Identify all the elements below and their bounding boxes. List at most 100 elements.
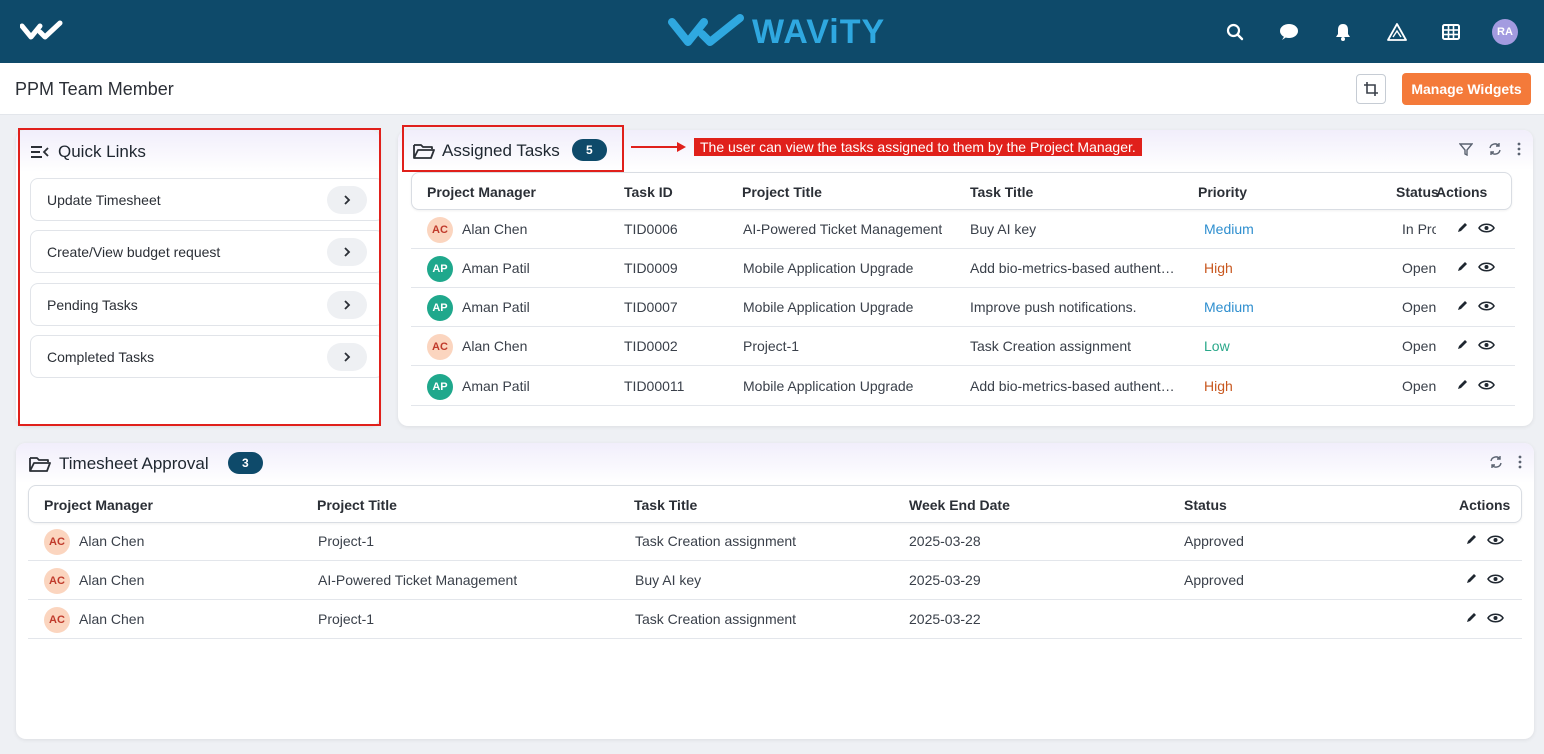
- user-avatar[interactable]: RA: [1478, 16, 1532, 48]
- cell-project-title: Project-1: [318, 533, 375, 549]
- edit-icon[interactable]: [1456, 221, 1469, 234]
- search-icon[interactable]: [1208, 16, 1262, 48]
- cell-task-id: TID0006: [624, 221, 678, 237]
- table-row[interactable]: AC Alan Chen AI-Powered Ticket Managemen…: [28, 561, 1522, 600]
- cell-manager: Aman Patil: [462, 260, 530, 276]
- annotation-arrow-icon: [631, 142, 686, 152]
- view-icon[interactable]: [1487, 573, 1504, 585]
- cell-manager: Alan Chen: [79, 611, 145, 627]
- row-actions: [1456, 221, 1495, 234]
- quick-link-label: Completed Tasks: [47, 349, 155, 365]
- column-header[interactable]: Task Title: [634, 497, 697, 513]
- column-header[interactable]: Week End Date: [909, 497, 1010, 513]
- quick-link-completed-tasks[interactable]: Completed Tasks: [30, 335, 380, 378]
- edit-icon[interactable]: [1456, 338, 1469, 351]
- column-header[interactable]: Status: [1396, 184, 1439, 200]
- chevron-right-icon[interactable]: [327, 343, 367, 371]
- table-row[interactable]: AC Alan Chen TID0002 Project-1 Task Crea…: [411, 327, 1515, 366]
- triangle-icon[interactable]: [1370, 16, 1424, 48]
- table-row[interactable]: AP Aman Patil TID00011 Mobile Applicatio…: [411, 367, 1515, 406]
- cell-manager: Alan Chen: [462, 338, 528, 354]
- chat-icon[interactable]: [1262, 16, 1316, 48]
- cell-priority: Medium: [1204, 299, 1254, 315]
- column-header[interactable]: Status: [1184, 497, 1227, 513]
- brand-mark-icon: [668, 14, 744, 46]
- table-row[interactable]: AC Alan Chen Project-1 Task Creation ass…: [28, 600, 1522, 639]
- cell-task-id: TID0009: [624, 260, 678, 276]
- cell-task-id: TID00011: [624, 378, 685, 394]
- cell-project-title: Mobile Application Upgrade: [743, 378, 914, 394]
- quick-link-label: Create/View budget request: [47, 244, 221, 260]
- edit-icon[interactable]: [1465, 572, 1478, 585]
- timesheet-approval-tools: [1488, 455, 1522, 469]
- row-actions: [1456, 299, 1495, 312]
- cell-project-title: Project-1: [318, 611, 375, 627]
- quick-link-budget-request[interactable]: Create/View budget request: [30, 230, 380, 273]
- edit-icon[interactable]: [1456, 299, 1469, 312]
- cell-manager: Alan Chen: [79, 533, 145, 549]
- brand-logo: WAViTY: [668, 10, 885, 54]
- more-options-icon[interactable]: [1517, 142, 1521, 156]
- folder-icon: [413, 144, 435, 159]
- refresh-icon[interactable]: [1487, 142, 1503, 156]
- edit-icon[interactable]: [1465, 611, 1478, 624]
- filter-icon[interactable]: [1459, 142, 1473, 156]
- timesheet-approval-count-badge: 3: [228, 452, 263, 474]
- crop-icon: [1364, 82, 1378, 96]
- view-icon[interactable]: [1478, 222, 1495, 234]
- cell-project-title: Project-1: [743, 338, 800, 354]
- table-row[interactable]: AC Alan Chen Project-1 Task Creation ass…: [28, 522, 1522, 561]
- assigned-tasks-widget: Assigned Tasks 5 Project Manager Task ID…: [398, 130, 1533, 426]
- view-icon[interactable]: [1487, 612, 1504, 624]
- view-icon[interactable]: [1478, 339, 1495, 351]
- cell-status: Open: [1402, 260, 1436, 276]
- table-row[interactable]: AC Alan Chen TID0006 AI-Powered Ticket M…: [411, 210, 1515, 249]
- more-options-icon[interactable]: [1518, 455, 1522, 469]
- cell-status: Approved: [1184, 572, 1244, 588]
- view-icon[interactable]: [1478, 261, 1495, 273]
- grid-icon[interactable]: [1424, 16, 1478, 48]
- column-header[interactable]: Priority: [1198, 184, 1247, 200]
- quick-link-pending-tasks[interactable]: Pending Tasks: [30, 283, 380, 326]
- table-row[interactable]: AP Aman Patil TID0009 Mobile Application…: [411, 249, 1515, 288]
- column-header[interactable]: Project Manager: [427, 184, 536, 200]
- row-actions: [1465, 572, 1504, 585]
- menu-collapse-icon[interactable]: [30, 144, 50, 160]
- chevron-right-icon[interactable]: [327, 238, 367, 266]
- assigned-tasks-title: Assigned Tasks: [442, 141, 560, 160]
- app-logo-icon[interactable]: [20, 20, 64, 42]
- edit-icon[interactable]: [1465, 533, 1478, 546]
- view-icon[interactable]: [1478, 379, 1495, 391]
- chevron-right-icon[interactable]: [327, 186, 367, 214]
- timesheet-approval-title: Timesheet Approval: [59, 454, 209, 473]
- chevron-right-icon[interactable]: [327, 291, 367, 319]
- cell-status: In Pro: [1402, 221, 1436, 237]
- folder-icon: [29, 457, 51, 472]
- cell-task-title: Add bio-metrics-based authent…: [970, 378, 1175, 394]
- quick-link-label: Pending Tasks: [47, 297, 138, 313]
- column-header[interactable]: Project Title: [317, 497, 397, 513]
- avatar: AC: [427, 334, 453, 360]
- quick-link-update-timesheet[interactable]: Update Timesheet: [30, 178, 380, 221]
- manage-widgets-button[interactable]: Manage Widgets: [1402, 73, 1531, 105]
- top-navigation-bar: WAViTY RA: [0, 0, 1544, 63]
- edit-icon[interactable]: [1456, 260, 1469, 273]
- edit-icon[interactable]: [1456, 378, 1469, 391]
- view-icon[interactable]: [1478, 300, 1495, 312]
- view-icon[interactable]: [1487, 534, 1504, 546]
- bell-icon[interactable]: [1316, 16, 1370, 48]
- cell-task-title: Add bio-metrics-based authent…: [970, 260, 1175, 276]
- avatar: AP: [427, 295, 453, 321]
- refresh-icon[interactable]: [1488, 455, 1504, 469]
- avatar: AC: [427, 217, 453, 243]
- column-header[interactable]: Task ID: [624, 184, 673, 200]
- column-header[interactable]: Project Title: [742, 184, 822, 200]
- cell-priority: High: [1204, 378, 1233, 394]
- avatar: AP: [427, 256, 453, 282]
- column-header[interactable]: Task Title: [970, 184, 1033, 200]
- column-header[interactable]: Project Manager: [44, 497, 153, 513]
- layout-toggle-button[interactable]: [1356, 74, 1386, 104]
- assigned-tasks-count-badge: 5: [572, 139, 607, 161]
- table-row[interactable]: AP Aman Patil TID0007 Mobile Application…: [411, 288, 1515, 327]
- cell-manager: Aman Patil: [462, 299, 530, 315]
